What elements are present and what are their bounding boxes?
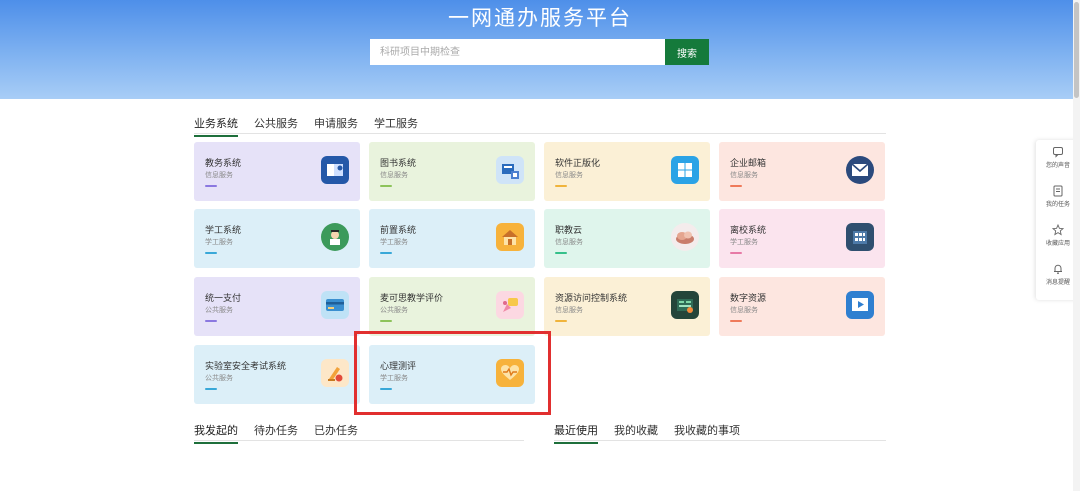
bell-icon: [1054, 264, 1062, 275]
card-name: 资源访问控制系统: [555, 294, 628, 304]
card-category: 信息服务: [730, 171, 758, 179]
platform-title: 一网通办服务平台: [448, 6, 632, 30]
card-category: 学工服务: [730, 238, 758, 246]
app-card-front-system[interactable]: 前置系统 学工服务: [369, 209, 535, 268]
card-accent-line: [205, 320, 217, 322]
app-card-mycos-evaluation[interactable]: 麦可思教学评价 公共服务: [369, 277, 535, 336]
book-icon: [321, 156, 349, 184]
app-card-graduation[interactable]: 离校系统 学工服务: [719, 209, 885, 268]
card-category: 信息服务: [380, 171, 408, 179]
task-icon: [1053, 185, 1063, 197]
card-category: 学工服务: [380, 374, 408, 382]
card-accent-line: [205, 185, 217, 187]
card-category: 信息服务: [205, 171, 233, 179]
star-icon: [1052, 224, 1064, 236]
card-category: 信息服务: [555, 306, 583, 314]
app-card-student-affairs[interactable]: 学工系统 学工服务: [194, 209, 360, 268]
app-card-psych-assessment[interactable]: 心理测评 学工服务: [369, 345, 535, 404]
card-accent-line: [555, 320, 567, 322]
card-name: 前置系统: [380, 226, 417, 236]
app-card-payment[interactable]: 统一支付 公共服务: [194, 277, 360, 336]
card-category: 信息服务: [555, 238, 583, 246]
card-accent-line: [730, 320, 742, 322]
card-accent-line: [205, 388, 217, 390]
card-category: 公共服务: [380, 306, 408, 314]
page: 一网通办服务平台 搜索 业务系统 公共服务 申请服务 学工服务 教务系统 信息服…: [0, 0, 1080, 491]
card-name: 数字资源: [730, 294, 767, 304]
card-name: 图书系统: [380, 159, 417, 169]
card-category: 公共服务: [205, 306, 233, 314]
card-name: 软件正版化: [555, 159, 601, 169]
home-icon: [496, 223, 524, 251]
card-category: 公共服务: [205, 374, 233, 382]
card-name: 教务系统: [205, 159, 242, 169]
header-banner: 一网通办服务平台 搜索: [0, 0, 1080, 99]
cloud-icon: [671, 223, 699, 251]
card-accent-line: [380, 388, 392, 390]
app-card-lab-safety[interactable]: 实验室安全考试系统 公共服务: [194, 345, 360, 404]
card-accent-line: [555, 185, 567, 187]
task-tabs-divider: [194, 440, 524, 441]
tabs-divider: [194, 133, 886, 134]
search-input[interactable]: [370, 39, 666, 65]
card-accent-line: [730, 185, 742, 187]
search-button[interactable]: 搜索: [665, 39, 709, 65]
card-accent-line: [730, 252, 742, 254]
card-name: 离校系统: [730, 226, 767, 236]
card-category: 学工服务: [380, 238, 408, 246]
lab-icon: [321, 359, 349, 387]
card-name: 企业邮箱: [730, 159, 767, 169]
scrollbar-thumb[interactable]: [1074, 2, 1079, 98]
library-icon: [496, 156, 524, 184]
usage-tabs-divider: [554, 440, 886, 441]
app-card-vocational-cloud[interactable]: 职教云 信息服务: [544, 209, 710, 268]
card-accent-line: [380, 320, 392, 322]
card-name: 职教云: [555, 226, 583, 236]
windows-icon: [671, 156, 699, 184]
video-icon: [846, 291, 874, 319]
app-card-library[interactable]: 图书系统 信息服务: [369, 142, 535, 201]
dashboard-icon: [671, 291, 699, 319]
student-icon: [321, 223, 349, 251]
evaluation-icon: [496, 291, 524, 319]
card-accent-line: [555, 252, 567, 254]
mail-icon: [846, 156, 874, 184]
card-accent-line: [380, 185, 392, 187]
card-category: 信息服务: [555, 171, 583, 179]
app-card-software[interactable]: 软件正版化 信息服务: [544, 142, 710, 201]
card-name: 麦可思教学评价: [380, 294, 444, 304]
card-icon: [321, 291, 349, 319]
card-name: 心理测评: [380, 362, 417, 372]
card-name: 实验室安全考试系统: [205, 362, 287, 372]
app-card-email[interactable]: 企业邮箱 信息服务: [719, 142, 885, 201]
card-name: 学工系统: [205, 226, 242, 236]
card-accent-line: [205, 252, 217, 254]
card-accent-line: [380, 252, 392, 254]
card-category: 学工服务: [205, 238, 233, 246]
card-name: 统一支付: [205, 294, 242, 304]
building-icon: [846, 223, 874, 251]
card-category: 信息服务: [730, 306, 758, 314]
heart-icon: [496, 359, 524, 387]
app-card-resource-access[interactable]: 资源访问控制系统 信息服务: [544, 277, 710, 336]
app-card-digital-resources[interactable]: 数字资源 信息服务: [719, 277, 885, 336]
app-card-academic[interactable]: 教务系统 信息服务: [194, 142, 360, 201]
chat-icon: [1053, 147, 1063, 158]
